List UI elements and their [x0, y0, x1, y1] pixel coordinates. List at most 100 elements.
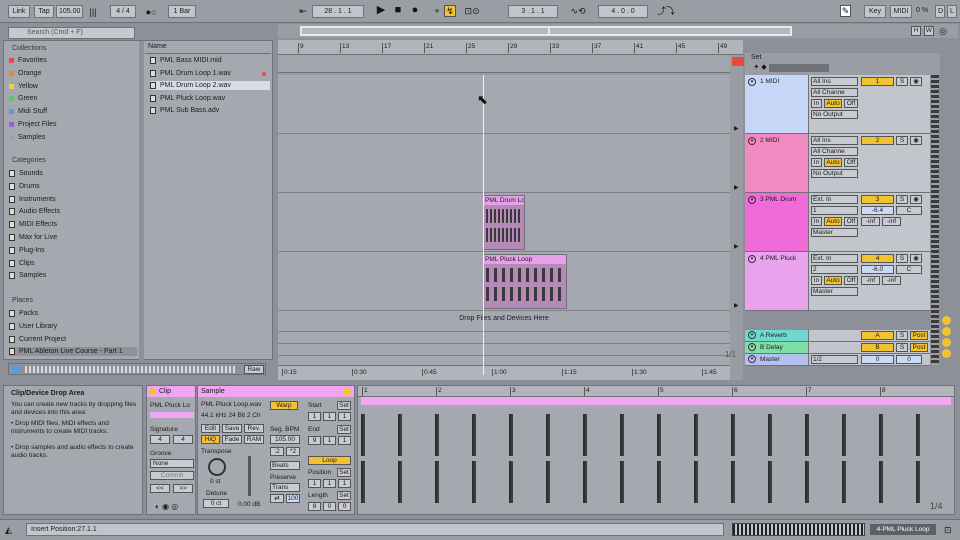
- detune-field[interactable]: 0 ct: [203, 499, 229, 508]
- track-activator-button[interactable]: 4: [861, 254, 894, 263]
- return-activator-button[interactable]: B: [861, 343, 894, 352]
- category-item[interactable]: MIDI Effects: [9, 220, 57, 229]
- place-item[interactable]: PML Ableton Live Course - Part 1: [9, 347, 137, 357]
- track-activator-button[interactable]: 1: [861, 77, 894, 86]
- metronome-bars-icon[interactable]: |||: [88, 7, 98, 17]
- start-beat[interactable]: 1: [323, 412, 336, 421]
- session-record-icons[interactable]: ⊡⊙: [460, 6, 484, 16]
- save-button[interactable]: Save: [222, 424, 242, 433]
- track-title-bar[interactable]: ▾ 4 PML Pluck: [745, 252, 809, 310]
- loop-button[interactable]: Loop: [308, 456, 351, 465]
- length-bar[interactable]: 8: [308, 502, 321, 511]
- loop-start-field[interactable]: 3 . 1 . 1: [508, 5, 558, 18]
- track-activator-button[interactable]: 3: [861, 195, 894, 204]
- commit-button[interactable]: Commit: [150, 471, 194, 480]
- file-item[interactable]: PML Drum Loop 1.wav: [150, 69, 231, 78]
- browser-search-input[interactable]: Search (Cmd + F): [8, 27, 135, 39]
- file-item[interactable]: PML Pluck Loop.wav: [150, 94, 225, 103]
- category-item[interactable]: Samples: [9, 271, 46, 280]
- monitor-off-button[interactable]: Off: [844, 217, 858, 226]
- solo-button[interactable]: S: [896, 254, 908, 263]
- fade-button[interactable]: Fade: [222, 435, 242, 444]
- clip-color-bar[interactable]: [150, 412, 194, 418]
- place-item[interactable]: User Library: [9, 322, 57, 331]
- return-track-header[interactable]: ▾ B Delay B S Post: [745, 342, 930, 354]
- solo-button[interactable]: S: [896, 195, 908, 204]
- groove-select[interactable]: None: [150, 459, 194, 468]
- length-set-button[interactable]: Set: [337, 491, 351, 500]
- position-beat[interactable]: 1: [323, 479, 336, 488]
- loop-mode-icon[interactable]: ⇄: [270, 494, 284, 503]
- envelope-field[interactable]: 100: [286, 494, 300, 503]
- collection-item[interactable]: Yellow: [9, 82, 38, 91]
- output-select[interactable]: No Output: [811, 110, 858, 119]
- warp-mode-select[interactable]: Beats: [270, 461, 300, 470]
- raw-button[interactable]: Raw: [244, 365, 264, 374]
- start-bar[interactable]: 1: [308, 412, 321, 421]
- browser-divider[interactable]: [139, 41, 144, 361]
- file-item[interactable]: PML Bass MIDI.mid: [150, 56, 222, 65]
- tempo-field[interactable]: 105.00: [56, 5, 83, 18]
- signature-numerator[interactable]: 4: [150, 435, 170, 444]
- position-set-button[interactable]: Set: [337, 468, 351, 477]
- input-type-select[interactable]: Ext. In: [811, 254, 858, 263]
- track-header[interactable]: ▾ 1 MIDI All Ins All Channe In Auto Off …: [745, 75, 930, 134]
- warp-button[interactable]: Warp: [270, 401, 298, 410]
- arm-button[interactable]: ◉: [910, 195, 922, 204]
- return-title-bar[interactable]: ▾ B Delay: [745, 342, 809, 353]
- category-item[interactable]: Instruments: [9, 195, 56, 204]
- volume-field[interactable]: -6.0: [861, 265, 894, 274]
- status-right-icon[interactable]: ⊡: [944, 525, 952, 536]
- solo-button[interactable]: S: [896, 136, 908, 145]
- category-item[interactable]: Audio Effects: [9, 207, 60, 216]
- input-type-select[interactable]: Ext. In: [811, 195, 858, 204]
- collection-item[interactable]: Green: [9, 94, 37, 103]
- master-volume-field[interactable]: 0: [861, 355, 894, 364]
- track-fold-icon[interactable]: ▾: [748, 137, 756, 145]
- end-set-button[interactable]: Set: [337, 425, 351, 434]
- collection-item[interactable]: Orange: [9, 69, 41, 78]
- follow-icon[interactable]: ⇤: [298, 6, 308, 16]
- monitor-in-button[interactable]: In: [811, 158, 822, 167]
- monitor-off-button[interactable]: Off: [844, 276, 858, 285]
- hiq-button[interactable]: HiQ: [201, 435, 220, 444]
- seg-bpm-field[interactable]: 105.00: [270, 435, 300, 444]
- collection-item[interactable]: Midi Stuff: [9, 107, 47, 116]
- edit-button[interactable]: Edit: [201, 424, 220, 433]
- midi-map-button[interactable]: MIDI: [890, 5, 912, 18]
- ram-button[interactable]: RAM: [244, 435, 264, 444]
- arm-button[interactable]: ◉: [910, 254, 922, 263]
- monitor-auto-button[interactable]: Auto: [824, 217, 842, 226]
- input-channel-select[interactable]: All Channe: [811, 88, 858, 97]
- return-solo-button[interactable]: S: [896, 331, 908, 340]
- length-beat[interactable]: 0: [323, 502, 336, 511]
- input-channel-select[interactable]: 1: [811, 206, 858, 215]
- return-title-bar[interactable]: ▾ Master: [745, 354, 809, 365]
- signature-denominator[interactable]: 4: [173, 435, 193, 444]
- draw-pencil-icon[interactable]: ✎: [840, 5, 851, 17]
- stop-icon[interactable]: ■: [392, 5, 404, 16]
- category-item[interactable]: Max for Live: [9, 233, 57, 242]
- play-icon[interactable]: ▶: [375, 5, 387, 16]
- overview-viewport[interactable]: [300, 26, 792, 36]
- nudge-back-button[interactable]: <<: [150, 484, 170, 493]
- preview-toggle-icon[interactable]: [11, 365, 20, 374]
- return-fold-icon[interactable]: ▾: [748, 343, 756, 351]
- monitor-in-button[interactable]: In: [811, 217, 822, 226]
- device-overview[interactable]: [732, 523, 865, 536]
- record-icon[interactable]: ●: [409, 5, 421, 16]
- position-bar[interactable]: 1: [308, 479, 321, 488]
- track-title-bar[interactable]: ▾ 2 MIDI: [745, 134, 809, 192]
- monitor-off-button[interactable]: Off: [844, 158, 858, 167]
- track-title-bar[interactable]: ▾ 1 MIDI: [745, 75, 809, 133]
- track-header[interactable]: ▾ 4 PML Pluck Ext. In 2 In Auto Off Mast…: [745, 252, 930, 311]
- link-button[interactable]: Link: [8, 5, 30, 18]
- sample-editor[interactable]: 1 2 3 4 5 6 7 8 1/4: [357, 385, 955, 515]
- monitor-auto-button[interactable]: Auto: [824, 276, 842, 285]
- return-post-button[interactable]: Post: [910, 331, 928, 340]
- return-fold-icon[interactable]: ▾: [748, 331, 756, 339]
- signature-field[interactable]: 4 / 4: [110, 5, 136, 18]
- pan-field[interactable]: C: [896, 206, 922, 215]
- return-track-header[interactable]: ▾ Master 1/2 0 0: [745, 354, 930, 366]
- collection-item[interactable]: Favorites: [9, 56, 47, 65]
